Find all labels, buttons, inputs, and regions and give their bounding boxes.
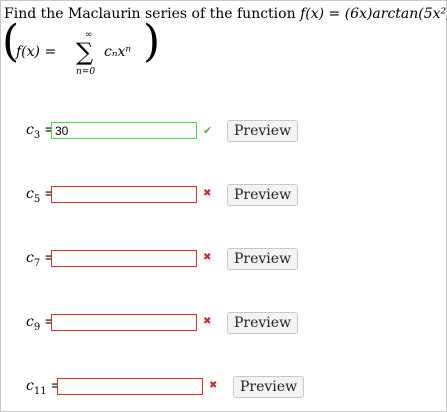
preview-button-c9[interactable]: Preview (227, 312, 299, 334)
checkmark-icon: ✔ (203, 124, 213, 137)
series-lhs: f(x) = (16, 44, 57, 60)
series-term: cₙxⁿ (104, 44, 132, 60)
problem-function: f(x) = (6x)arctan(5x²) (300, 6, 447, 22)
cross-icon: ✖ (209, 380, 218, 391)
problem-statement: Find the Maclaurin series of the functio… (4, 6, 447, 22)
preview-button-c7[interactable]: Preview (227, 248, 299, 270)
cross-icon: ✖ (203, 188, 212, 199)
preview-button-c5[interactable]: Preview (227, 184, 299, 206)
coefficient-row-c11: c11= ✖ Preview (0, 376, 447, 400)
right-paren: ) (143, 16, 161, 67)
cross-icon: ✖ (203, 252, 212, 263)
answer-input-c3[interactable] (51, 122, 197, 139)
coefficient-row-c7: c7= ✖ Preview (0, 248, 447, 272)
coefficient-row-c9: c9= ✖ Preview (0, 312, 447, 336)
coefficient-row-c3: c3= ✔ Preview (0, 120, 447, 144)
coefficient-row-c5: c5= ✖ Preview (0, 184, 447, 208)
preview-button-c3[interactable]: Preview (227, 120, 299, 142)
answer-input-c5[interactable] (51, 186, 197, 203)
series-sigma: ∑ (76, 38, 94, 66)
series-lower: n=0 (76, 67, 96, 77)
answer-input-c7[interactable] (51, 250, 197, 267)
cross-icon: ✖ (203, 316, 212, 327)
answer-input-c11[interactable] (57, 378, 203, 395)
answer-input-c9[interactable] (51, 314, 197, 331)
preview-button-c11[interactable]: Preview (233, 376, 305, 398)
